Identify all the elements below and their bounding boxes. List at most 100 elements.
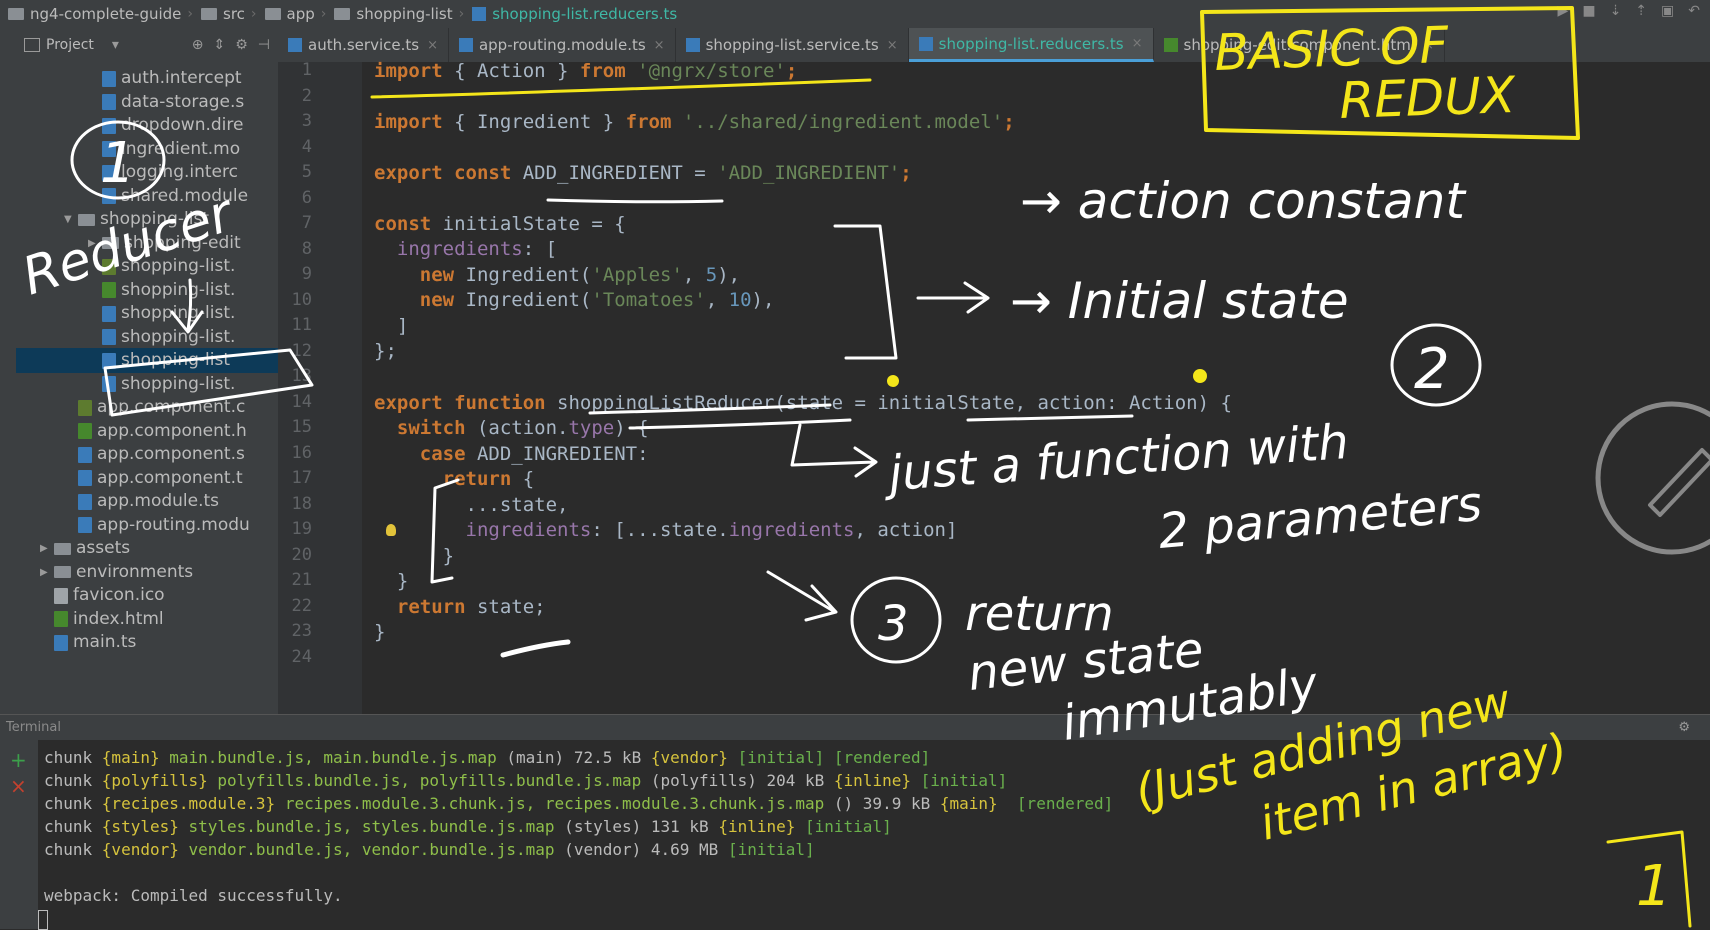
collapse-icon[interactable]: ⇕ xyxy=(214,37,226,53)
tree-item[interactable]: data-storage.s xyxy=(16,90,278,115)
close-icon[interactable]: × xyxy=(10,774,27,798)
code-line-5: export const ADD_INGREDIENT = 'ADD_INGRE… xyxy=(374,160,912,186)
terminal-label[interactable]: Terminal xyxy=(0,720,61,735)
code-line-1: import { Action } from '@ngrx/store'; xyxy=(374,58,797,84)
tree-item[interactable]: app.module.ts xyxy=(16,489,278,514)
tree-item-label: assets xyxy=(76,538,131,558)
close-icon[interactable]: × xyxy=(1132,36,1143,51)
undo-icon[interactable]: ↶ xyxy=(1688,3,1700,19)
chevron-down-icon[interactable]: ▼ xyxy=(64,207,78,232)
hide-panel-icon[interactable]: ⊣ xyxy=(258,37,270,53)
tree-item-label: main.ts xyxy=(73,632,137,652)
tree-item[interactable]: main.ts xyxy=(16,630,278,655)
terminal-status: webpack: Compiled successfully. xyxy=(44,886,343,905)
chevron-down-icon[interactable]: ▾ xyxy=(112,37,119,53)
tree-item[interactable]: app.component.s xyxy=(16,442,278,467)
tree-item[interactable]: app.component.h xyxy=(16,419,278,444)
window-icon[interactable]: ▣ xyxy=(1661,3,1674,19)
tree-item[interactable]: app-routing.modu xyxy=(16,513,278,538)
tree-item[interactable]: shopping-list. xyxy=(16,278,278,303)
tree-item[interactable]: index.html xyxy=(16,607,278,632)
code-line-8: ingredients: [ xyxy=(374,236,557,262)
run-icon[interactable]: ▶ xyxy=(1558,3,1569,19)
html-file-icon xyxy=(1163,38,1178,52)
tab-shopping-list-reducers[interactable]: shopping-list.reducers.ts × xyxy=(908,28,1154,62)
tree-item[interactable]: app.component.t xyxy=(16,466,278,491)
folder-icon xyxy=(264,8,281,20)
code-token: , xyxy=(682,264,706,286)
gear-icon[interactable]: ⚙ xyxy=(1678,715,1690,741)
breadcrumb-item-src[interactable]: src xyxy=(193,5,251,23)
tree-item[interactable]: favicon.ico xyxy=(16,583,278,608)
code-line-23: } xyxy=(374,619,385,645)
breadcrumb-item-app[interactable]: app xyxy=(257,5,321,23)
breadcrumb-item-shopping-list[interactable]: shopping-list xyxy=(326,5,458,23)
tree-item[interactable]: app.component.c xyxy=(16,395,278,420)
term-token: (main) 72.5 kB xyxy=(496,748,651,767)
tree-item-label: app-routing.modu xyxy=(97,514,250,535)
breadcrumb-item-project[interactable]: ng4-complete-guide xyxy=(0,5,187,23)
add-icon[interactable]: + xyxy=(10,748,27,772)
term-token: styles.bundle.js, styles.bundle.js.map xyxy=(178,817,555,836)
chevron-right-icon[interactable]: ▶ xyxy=(40,560,54,585)
tree-item[interactable]: ingredient.mo xyxy=(16,137,278,162)
tree-item[interactable]: shopping-list. xyxy=(16,325,278,350)
tree-item[interactable]: shopping-list. xyxy=(16,301,278,326)
tab-auth-service[interactable]: auth.service.ts × xyxy=(278,28,449,62)
term-token: chunk xyxy=(44,840,102,859)
tree-item[interactable]: ▶ shopping-edit xyxy=(16,231,278,256)
html-file-icon xyxy=(54,611,68,627)
ts-file-icon xyxy=(102,305,116,322)
code-token: 10 xyxy=(728,289,752,311)
code-line-15: switch (action.type) { xyxy=(374,415,649,441)
tab-shopping-list-service[interactable]: shopping-list.service.ts × xyxy=(676,28,909,62)
tree-item[interactable]: ▶ assets xyxy=(16,536,278,561)
lightbulb-icon[interactable] xyxy=(386,524,396,536)
tab-shopping-edit-html[interactable]: shopping-edit.component.html × xyxy=(1154,28,1445,62)
css-file-icon xyxy=(78,399,92,416)
close-icon[interactable]: × xyxy=(887,38,898,53)
vcs-update-icon[interactable]: ⇣ xyxy=(1610,3,1622,19)
code-editor[interactable]: import { Action } from '@ngrx/store'; im… xyxy=(362,60,1710,714)
tree-item-label: dropdown.dire xyxy=(121,115,244,135)
gear-icon[interactable]: ⚙ xyxy=(235,37,248,53)
breadcrumb-item-file[interactable]: shopping-list.reducers.ts xyxy=(464,5,683,23)
tree-item[interactable]: ▶ environments xyxy=(16,560,278,585)
code-line-18: ...state, xyxy=(374,492,569,518)
code-token: ; xyxy=(900,162,912,184)
code-token: ), xyxy=(717,264,741,286)
tree-item[interactable]: ▼ shopping-list xyxy=(16,207,278,232)
close-icon[interactable]: × xyxy=(1423,38,1434,53)
ts-file-icon xyxy=(685,38,700,52)
tree-item[interactable]: auth.intercept xyxy=(16,66,278,91)
vcs-commit-icon[interactable]: ⇡ xyxy=(1635,3,1647,19)
chevron-right-icon[interactable]: ▶ xyxy=(88,231,102,256)
tree-item-label: shopping-list. xyxy=(121,279,236,300)
code-line-7: const initialState = { xyxy=(374,211,626,237)
terminal-line: chunk {polyfills} polyfills.bundle.js, p… xyxy=(44,769,1007,792)
close-icon[interactable]: × xyxy=(654,38,665,53)
term-token: recipes.module.3.chunk.js, recipes.modul… xyxy=(275,794,825,813)
tab-app-routing-module[interactable]: app-routing.module.ts × xyxy=(449,28,676,62)
target-icon[interactable]: ⊕ xyxy=(192,37,204,53)
close-icon[interactable]: × xyxy=(427,38,438,53)
folder-icon xyxy=(78,213,95,226)
line-number: 14 xyxy=(291,391,312,412)
code-token: '@ngrx/store' xyxy=(637,60,786,82)
tree-item[interactable]: dropdown.dire xyxy=(16,113,278,138)
tree-item[interactable]: shopping-list. xyxy=(16,254,278,279)
project-panel-label[interactable]: Project xyxy=(46,37,94,53)
tree-item[interactable]: shopping-list xyxy=(16,348,278,373)
tree-item[interactable]: logging.interc xyxy=(16,160,278,185)
terminal-output[interactable]: chunk {main} main.bundle.js, main.bundle… xyxy=(38,740,1710,930)
code-line-21: } xyxy=(374,568,408,594)
terminal-toolstrip: + × xyxy=(0,740,39,929)
folder-icon xyxy=(8,8,24,20)
line-number: 6 xyxy=(301,187,312,208)
tree-item[interactable]: shopping-list. xyxy=(16,372,278,397)
tree-item-label: app.component.s xyxy=(97,444,245,464)
ts-file-icon xyxy=(102,70,116,87)
tree-item[interactable]: shared.module xyxy=(16,184,278,209)
chevron-right-icon[interactable]: ▶ xyxy=(40,536,54,561)
stop-icon[interactable]: ■ xyxy=(1582,3,1595,19)
